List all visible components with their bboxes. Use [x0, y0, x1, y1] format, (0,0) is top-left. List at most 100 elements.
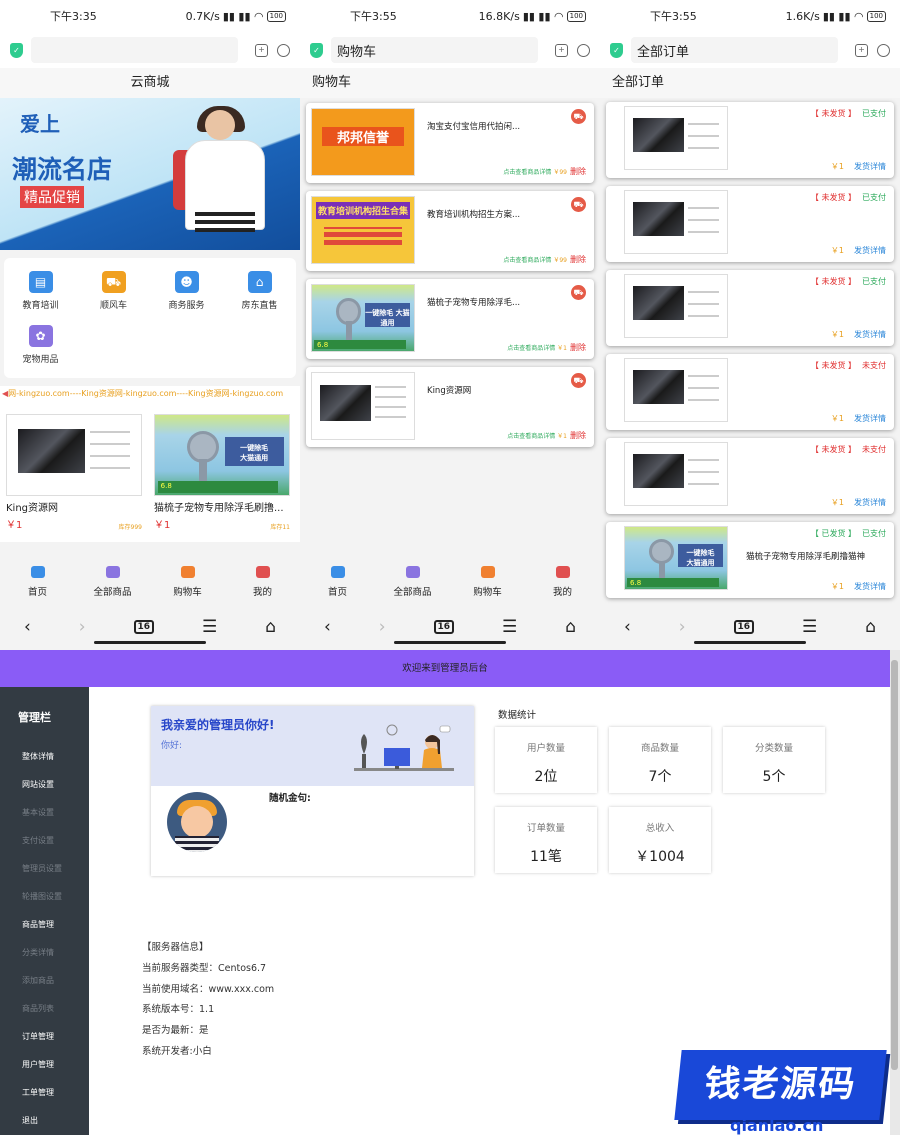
home-nav-icon[interactable]: ⌂ — [265, 617, 276, 637]
order-item[interactable]: 【 未发货 】未支付 ￥1 发货详情 — [606, 438, 894, 514]
url-input[interactable]: 购物车 — [331, 37, 538, 63]
sidebar-item-orders[interactable]: 订单管理 — [0, 1023, 89, 1051]
tab-home[interactable]: 首页 — [0, 560, 75, 604]
category-rideshare[interactable]: ⛟ 顺风车 — [77, 264, 150, 318]
category-business[interactable]: ☻ 商务服务 — [150, 264, 223, 318]
url-input[interactable]: 全部订单 — [631, 37, 838, 63]
avatar — [167, 792, 227, 852]
promo-banner[interactable]: 爱上 潮流名店 精品促销 — [0, 98, 300, 250]
menu-icon[interactable]: ☰ — [502, 617, 517, 637]
cart-icon[interactable]: ⛟ — [571, 109, 586, 124]
sidebar-item-carousel-settings[interactable]: 轮播图设置 — [0, 883, 89, 911]
order-item[interactable]: 【 未发货 】已支付 ￥1 发货详情 — [606, 102, 894, 178]
menu-icon[interactable]: ☰ — [802, 617, 817, 637]
back-icon[interactable]: ‹ — [24, 617, 31, 637]
sidebar-item-site-settings[interactable]: 网站设置 — [0, 771, 89, 799]
tabs-count-button[interactable]: 16 — [733, 620, 755, 634]
sidebar-title: 管理栏 — [18, 711, 51, 724]
refresh-icon[interactable] — [877, 43, 890, 57]
sidebar-item-payment-settings[interactable]: 支付设置 — [0, 827, 89, 855]
cart-icon[interactable]: ⛟ — [571, 197, 586, 212]
delete-button[interactable]: 删除 — [570, 431, 586, 440]
ship-detail-link[interactable]: 发货详情 — [854, 582, 886, 591]
refresh-icon[interactable] — [277, 43, 290, 57]
category-education[interactable]: ▤ 教育培训 — [4, 264, 77, 318]
delete-button[interactable]: 删除 — [570, 167, 586, 176]
order-item[interactable]: 【 未发货 】已支付 ￥1 发货详情 — [606, 270, 894, 346]
tab-cart[interactable]: 购物车 — [150, 560, 225, 604]
tab-mine[interactable]: 我的 — [525, 560, 600, 604]
category-house[interactable]: ⌂ 房东直售 — [223, 264, 296, 318]
delete-button[interactable]: 删除 — [570, 255, 586, 264]
sidebar-item-admin-settings[interactable]: 管理员设置 — [0, 855, 89, 883]
ship-detail-link[interactable]: 发货详情 — [854, 414, 886, 423]
bookmark-icon[interactable]: + — [255, 43, 268, 57]
server-info: 【服务器信息】 当前服务器类型：Centos6.7 当前使用域名：www.xxx… — [142, 938, 274, 1063]
server-type: 当前服务器类型：Centos6.7 — [142, 962, 267, 974]
delete-button[interactable]: 删除 — [570, 343, 586, 352]
home-nav-icon[interactable]: ⌂ — [565, 617, 576, 637]
sidebar-item-category-detail[interactable]: 分类详情 — [0, 939, 89, 967]
sidebar-item-logout[interactable]: 退出 — [0, 1107, 89, 1135]
tab-home[interactable]: 首页 — [300, 560, 375, 604]
forward-icon[interactable]: › — [379, 617, 386, 637]
item-footer: 点击查看商品详情 ￥1 删除 — [507, 431, 586, 440]
goods-card[interactable]: 一键除毛 大猫通用 6.8 猫梳子宠物专用除浮毛刷撸... ￥1 库存11 — [154, 414, 290, 542]
bookmark-icon[interactable]: + — [555, 43, 568, 57]
random-quote-label: 随机金句: — [269, 793, 311, 804]
ship-detail-link[interactable]: 发货详情 — [854, 162, 886, 171]
order-item[interactable]: 一键除毛 大猫通用 6.8 猫梳子宠物专用除浮毛刷撸猫神 【 已发货 】已支付 ￥1 发货详… — [606, 522, 894, 598]
back-icon[interactable]: ‹ — [624, 617, 631, 637]
url-input[interactable] — [31, 37, 238, 63]
bookmark-icon[interactable]: + — [855, 43, 868, 57]
cart-icon[interactable]: ⛟ — [571, 373, 586, 388]
refresh-icon[interactable] — [577, 43, 590, 57]
cart-icon[interactable]: ⛟ — [571, 285, 586, 300]
cart-item[interactable]: 邦邦信誉 淘宝支付宝信用代拍闲... ⛟ 点击查看商品详情 ￥99 删除 — [306, 103, 594, 183]
stat-card-orders: 订单数量 11笔 — [495, 807, 597, 873]
sidebar-item-goods-list[interactable]: 商品列表 — [0, 995, 89, 1023]
page-title: 购物车 — [300, 68, 600, 98]
sidebar-item-users[interactable]: 用户管理 — [0, 1051, 89, 1079]
stats-title: 数据统计 — [498, 710, 537, 721]
sidebar-item-basic-settings[interactable]: 基本设置 — [0, 799, 89, 827]
battery-icon: 100 — [566, 10, 586, 22]
gesture-bar — [394, 641, 506, 644]
sidebar-item-overview[interactable]: 整体详情 — [0, 743, 89, 771]
ship-detail-link[interactable]: 发货详情 — [854, 330, 886, 339]
sidebar-item-add-goods[interactable]: 添加商品 — [0, 967, 89, 995]
sidebar-item-goods-management[interactable]: 商品管理 — [0, 911, 89, 939]
back-icon[interactable]: ‹ — [324, 617, 331, 637]
cart-item[interactable]: 教育培训机构招生合集 教育培训机构招生方案... ⛟ 点击查看商品详情 ￥99 删… — [306, 191, 594, 271]
gesture-bar — [694, 641, 806, 644]
tab-mine[interactable]: 我的 — [225, 560, 300, 604]
server-domain: 当前使用域名：www.xxx.com — [142, 983, 275, 995]
ship-detail-link[interactable]: 发货详情 — [854, 498, 886, 507]
tabs-count-button[interactable]: 16 — [133, 620, 155, 634]
goods-name: 猫梳子宠物专用除浮毛刷撸... — [154, 503, 284, 514]
home-nav-icon[interactable]: ⌂ — [865, 617, 876, 637]
order-item[interactable]: 【 未发货 】未支付 ￥1 发货详情 — [606, 354, 894, 430]
cart-item[interactable]: King资源网 ⛟ 点击查看商品详情 ￥1 删除 — [306, 367, 594, 447]
menu-icon[interactable]: ☰ — [202, 617, 217, 637]
forward-icon[interactable]: › — [679, 617, 686, 637]
welcome-sub: 你好: — [161, 741, 183, 751]
cart-item[interactable]: 一键除毛 大猫通用 6.8 猫梳子宠物专用除浮毛... ⛟ 点击查看商品详情 ￥1… — [306, 279, 594, 359]
tabs-count-button[interactable]: 16 — [433, 620, 455, 634]
item-image: 邦邦信誉 — [311, 108, 415, 176]
tab-all-goods[interactable]: 全部商品 — [75, 560, 150, 604]
ship-detail-link[interactable]: 发货详情 — [854, 246, 886, 255]
tab-cart[interactable]: 购物车 — [450, 560, 525, 604]
forward-icon[interactable]: › — [79, 617, 86, 637]
watermark-logo: 钱老源码 qianlao.cn — [674, 1040, 900, 1135]
category-pet[interactable]: ✿ 宠物用品 — [4, 318, 77, 372]
shield-icon: ✓ — [310, 42, 323, 58]
goods-card[interactable]: King资源网 ￥1 库存999 — [6, 414, 142, 542]
sidebar-item-tickets[interactable]: 工单管理 — [0, 1079, 89, 1107]
welcome-card: 我亲爱的管理员你好! 你好: 随机金句: — [151, 706, 474, 876]
tab-all-goods[interactable]: 全部商品 — [375, 560, 450, 604]
scrollbar-thumb[interactable] — [891, 660, 898, 1070]
gesture-bar — [94, 641, 206, 644]
order-item[interactable]: 【 未发货 】已支付 ￥1 发货详情 — [606, 186, 894, 262]
order-price: ￥1 — [830, 330, 844, 339]
